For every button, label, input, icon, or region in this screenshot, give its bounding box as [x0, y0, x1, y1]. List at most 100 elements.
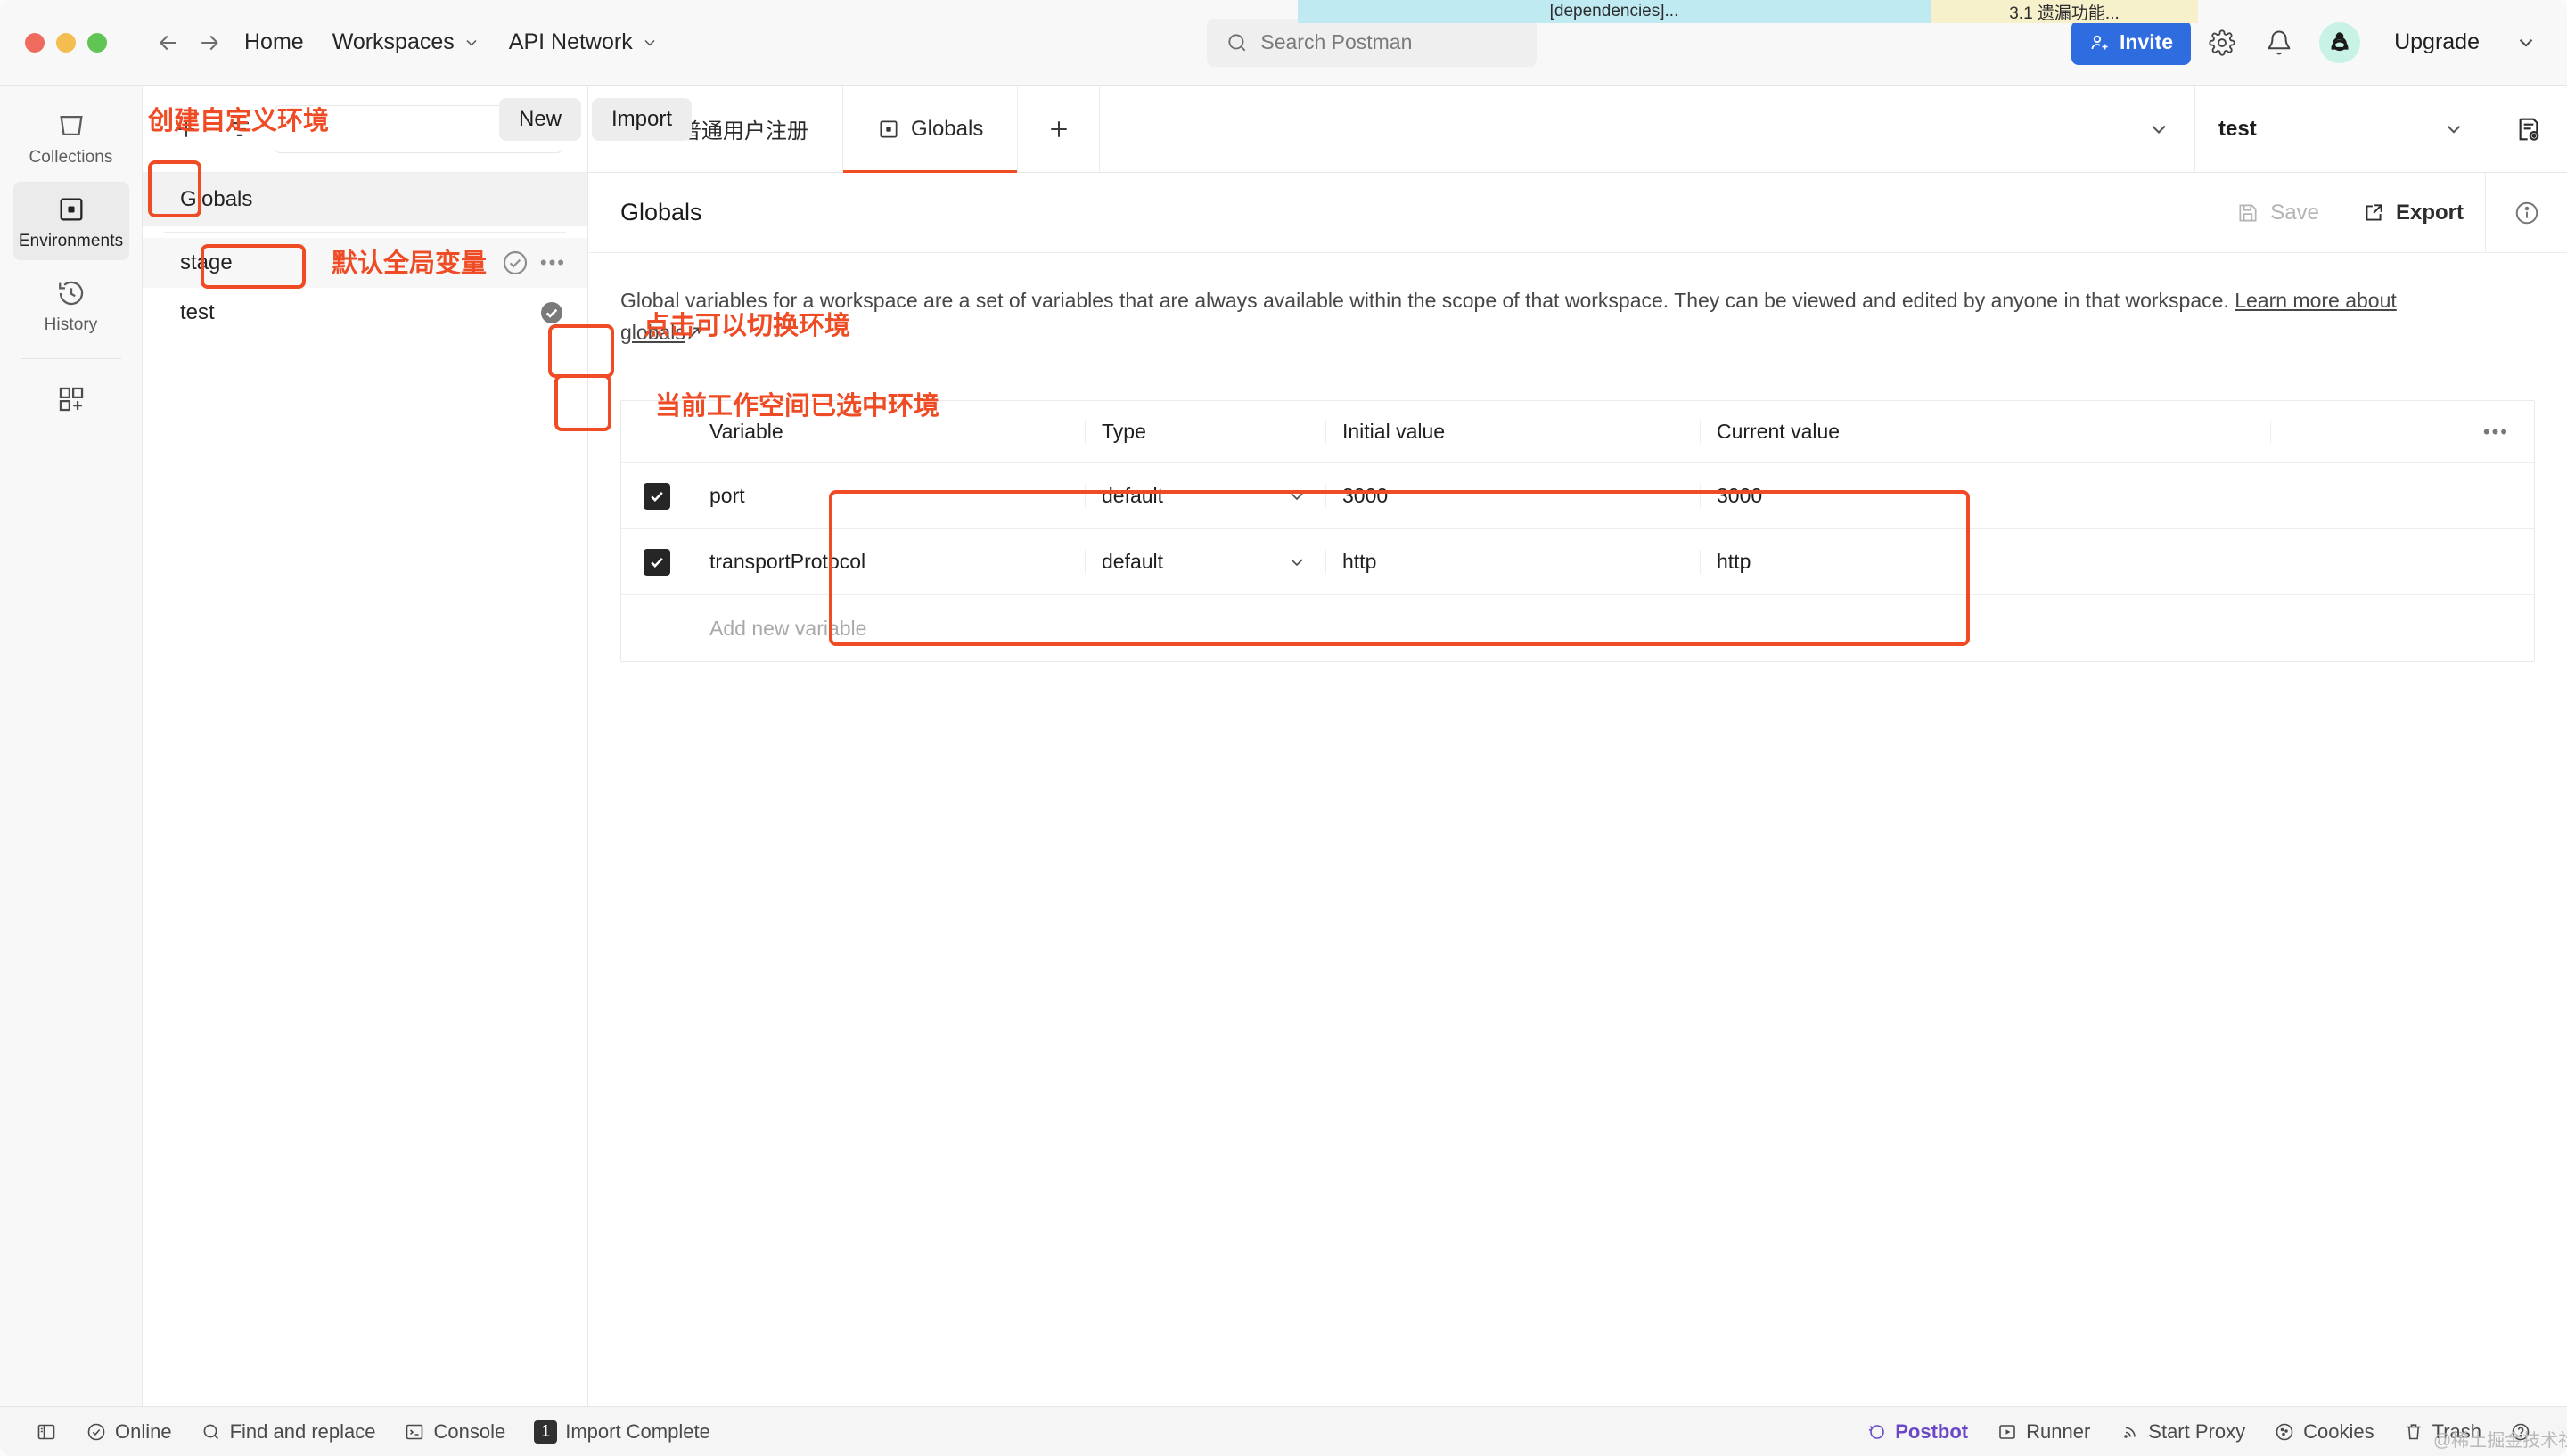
forward-arrow-icon[interactable] [189, 22, 230, 63]
settings-gear-icon[interactable] [2196, 17, 2248, 69]
window-traffic-lights [25, 33, 107, 53]
rail-divider [21, 358, 121, 359]
header-initial-value: Initial value [1325, 420, 1700, 444]
main-panel: POST 普通用户注册 Globals test [588, 86, 2567, 1406]
top-navigation-bar: Home Workspaces API Network Search Postm… [0, 0, 2567, 86]
find-and-replace-button[interactable]: Find and replace [186, 1420, 390, 1444]
check-circle-icon [86, 1421, 107, 1443]
environments-icon [877, 118, 900, 141]
table-more-actions-icon[interactable]: ••• [2270, 421, 2534, 444]
search-icon [201, 1421, 222, 1443]
environment-list-item-test[interactable]: test [143, 288, 587, 338]
nav-workspaces[interactable]: Workspaces [318, 22, 495, 62]
new-button[interactable]: New [499, 98, 581, 141]
console-button[interactable]: Console [390, 1420, 520, 1444]
tab-list-chevron-down-icon[interactable] [2123, 86, 2194, 172]
new-tab-button[interactable] [1018, 86, 1100, 172]
status-online[interactable]: Online [71, 1420, 186, 1444]
minimize-window-button[interactable] [56, 33, 76, 53]
upgrade-label: Upgrade [2394, 29, 2480, 54]
sidebar-item-environments[interactable]: Environments [13, 182, 129, 260]
row-checkbox[interactable] [644, 483, 670, 510]
sidebar-item-label: Collections [29, 148, 112, 168]
chevron-down-icon [641, 34, 659, 52]
console-label: Console [433, 1420, 505, 1444]
invite-label: Invite [2120, 30, 2173, 54]
nav-api-network[interactable]: API Network [495, 22, 673, 62]
sidebar-item-collections[interactable]: Collections [13, 98, 129, 176]
environment-row-actions: ••• [501, 249, 566, 277]
save-icon [2236, 201, 2259, 225]
runner-icon [1997, 1421, 2018, 1443]
row-checkbox-cell [621, 549, 693, 576]
top-bar-actions: Invite Upgrade [2071, 17, 2547, 69]
close-window-button[interactable] [25, 33, 45, 53]
row-checkbox[interactable] [644, 549, 670, 576]
maximize-window-button[interactable] [87, 33, 107, 53]
cookies-button[interactable]: Cookies [2259, 1420, 2388, 1444]
chevron-down-icon [463, 34, 480, 52]
export-icon [2362, 201, 2385, 225]
import-button[interactable]: Import [592, 98, 692, 141]
tab-bar: POST 普通用户注册 Globals test [588, 86, 2567, 173]
environment-quick-look-button[interactable] [2489, 86, 2567, 172]
notifications-bell-icon[interactable] [2253, 17, 2305, 69]
row-checkbox-cell [621, 483, 693, 510]
import-count-badge: 1 [534, 1420, 557, 1444]
environments-divider [164, 232, 566, 233]
globals-header: Globals Save Export [588, 173, 2567, 253]
back-arrow-icon[interactable] [148, 22, 189, 63]
environment-row-actions [537, 299, 566, 327]
save-button[interactable]: Save [2215, 200, 2341, 225]
invite-button[interactable]: Invite [2071, 20, 2191, 65]
tab-label: Globals [911, 117, 983, 142]
envpane-top-actions: New Import [499, 98, 692, 141]
globals-description: Global variables for a workspace are a s… [588, 253, 2460, 348]
start-proxy-label: Start Proxy [2148, 1420, 2245, 1444]
runner-button[interactable]: Runner [1982, 1420, 2104, 1444]
header-variable: Variable [693, 420, 1085, 444]
tab-globals[interactable]: Globals [843, 86, 1018, 172]
info-icon [2514, 200, 2540, 226]
sidebar-item-add-modules[interactable] [13, 372, 129, 423]
annotation-create-custom-environment: 创建自定义环境 [148, 100, 329, 137]
chevron-down-icon [2442, 118, 2465, 141]
collections-icon [56, 110, 86, 141]
export-button[interactable]: Export [2341, 200, 2485, 225]
postbot-button[interactable]: Postbot [1851, 1420, 1982, 1444]
global-search-container: Search Postman [673, 19, 2071, 67]
nav-api-network-label: API Network [509, 29, 633, 55]
tab-label: 普通用户注册 [680, 113, 808, 144]
select-environment-icon[interactable] [501, 249, 529, 277]
environment-list-item-globals[interactable]: Globals [143, 173, 587, 226]
postman-app-window: [dependencies]... 3.1 遗漏功能... Home Works… [0, 0, 2567, 1456]
environment-selector[interactable]: test [2194, 86, 2489, 172]
header-type: Type [1085, 420, 1325, 444]
environment-name: test [180, 300, 215, 325]
globals-editor: Globals Save Export Global vari [588, 173, 2567, 1406]
sidebar-item-label: Environments [19, 232, 123, 251]
start-proxy-button[interactable]: Start Proxy [2104, 1420, 2259, 1444]
import-complete-label: Import Complete [565, 1420, 710, 1444]
annotation-box-create-environment [148, 160, 201, 217]
toggle-sidebar-button[interactable] [21, 1421, 71, 1443]
top-bar-chevron-down-icon[interactable] [2505, 21, 2547, 64]
environment-more-actions-icon[interactable]: ••• [540, 251, 566, 274]
sidebar-item-history[interactable]: History [13, 266, 129, 344]
annotation-box-selected-environment [554, 374, 611, 431]
save-label: Save [2270, 200, 2319, 225]
check-icon [648, 553, 666, 571]
upgrade-button[interactable]: Upgrade [2374, 20, 2499, 64]
nav-home[interactable]: Home [230, 22, 318, 62]
avatar[interactable] [2319, 22, 2360, 63]
search-input[interactable]: Search Postman [1207, 19, 1537, 67]
search-icon [1226, 31, 1249, 54]
import-complete-status[interactable]: 1 Import Complete [520, 1420, 725, 1444]
add-grid-icon [56, 384, 86, 414]
import-label: Import [611, 107, 672, 131]
history-icon [56, 278, 86, 308]
nav-home-label: Home [244, 29, 304, 55]
info-button[interactable] [2485, 173, 2567, 252]
nav-workspaces-label: Workspaces [332, 29, 455, 55]
selected-environment-icon[interactable] [537, 299, 566, 327]
